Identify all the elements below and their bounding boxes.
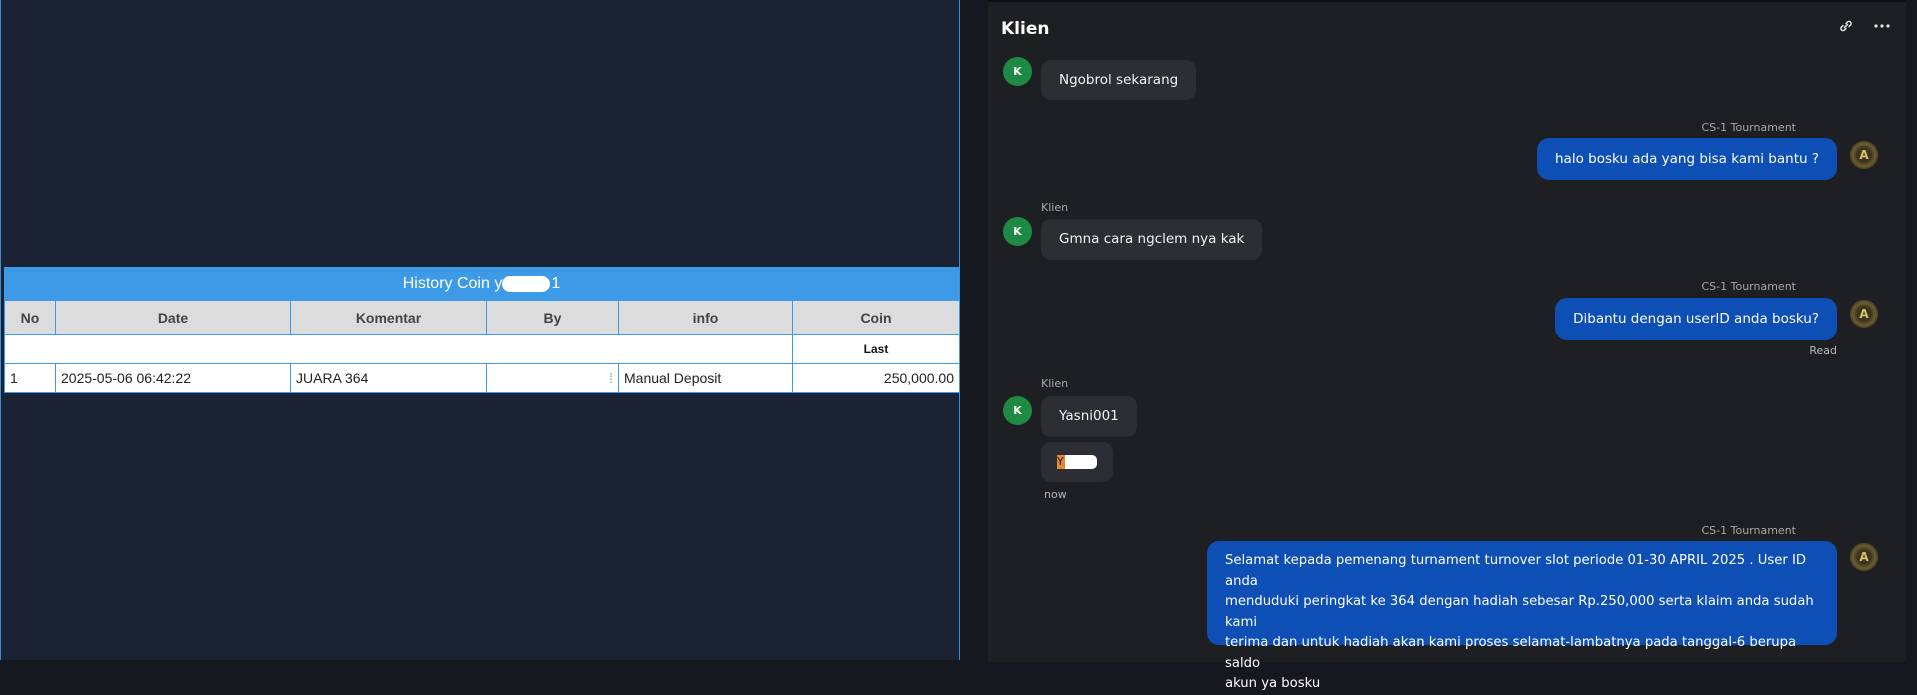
col-coin[interactable]: Coin [792, 300, 960, 335]
cell-no: 1 [4, 363, 56, 393]
agent-sender-name: CS-1 Tournament [1701, 524, 1797, 537]
chat-panel: Klien K Ngobrol sekarang CS-1 Tournament… [988, 0, 1906, 691]
cell-coin: 250,000.00 [792, 363, 960, 393]
cell-info: Manual Deposit [618, 363, 793, 393]
subheader-last: Last [792, 334, 960, 364]
client-sender-name: Klien [1041, 201, 1069, 214]
agent-message-bubble: halo bosku ada yang bisa kami bantu ? [1537, 138, 1837, 180]
client-sender-name: Klien [1041, 377, 1069, 390]
col-no[interactable]: No [4, 300, 56, 335]
col-info[interactable]: info [618, 300, 793, 335]
client-message-bubble: Yasni001 [1041, 396, 1137, 437]
table-row[interactable]: 1 2025-05-06 06:42:22 JUARA 364 ⁞ Manual… [4, 363, 960, 393]
chat-header: Klien [988, 2, 1906, 58]
client-avatar: K [1003, 57, 1032, 86]
table-header-row: No Date Komentar By info Coin [4, 300, 960, 335]
client-avatar: K [1003, 396, 1032, 425]
col-date[interactable]: Date [55, 300, 291, 335]
subheader-empty [4, 334, 793, 364]
agent-avatar: A [1850, 300, 1878, 328]
col-komentar[interactable]: Komentar [290, 300, 487, 335]
admin-panel: History Coin y1 No Date Komentar By info… [0, 0, 960, 660]
col-by[interactable]: By [486, 300, 619, 335]
agent-sender-name: CS-1 Tournament [1701, 280, 1797, 293]
history-coin-table: No Date Komentar By info Coin Last 1 202… [4, 300, 960, 393]
client-avatar: K [1003, 217, 1032, 246]
cell-date: 2025-05-06 06:42:22 [55, 363, 291, 393]
cell-by: ⁞ [486, 363, 619, 393]
read-status: Read [1809, 344, 1837, 357]
message-timestamp: now [1044, 488, 1067, 501]
client-message-bubble: Ngobrol sekarang [1041, 60, 1197, 100]
client-message-bubble-redacted: Y [1041, 442, 1113, 482]
agent-message-bubble: Dibantu dengan userID anda bosku? [1555, 298, 1837, 340]
more-options-icon[interactable] [1873, 18, 1891, 39]
history-coin-table-container: History Coin y1 No Date Komentar By info… [4, 267, 960, 393]
redacted-username [502, 275, 551, 292]
agent-avatar: A [1850, 141, 1878, 169]
table-subheader-row: Last [4, 334, 960, 364]
client-message-bubble: Gmna cara ngclem nya kak [1041, 219, 1263, 260]
agent-sender-name: CS-1 Tournament [1701, 121, 1797, 134]
redacted-text: Y [1057, 455, 1097, 469]
link-icon[interactable] [1838, 18, 1854, 39]
chat-title: Klien [1001, 19, 1050, 39]
history-coin-title: History Coin y1 [4, 267, 959, 300]
cell-komentar: JUARA 364 [290, 363, 487, 393]
agent-message-bubble-long: Selamat kepada pemenang turnament turnov… [1207, 541, 1837, 691]
agent-avatar: A [1850, 543, 1878, 571]
